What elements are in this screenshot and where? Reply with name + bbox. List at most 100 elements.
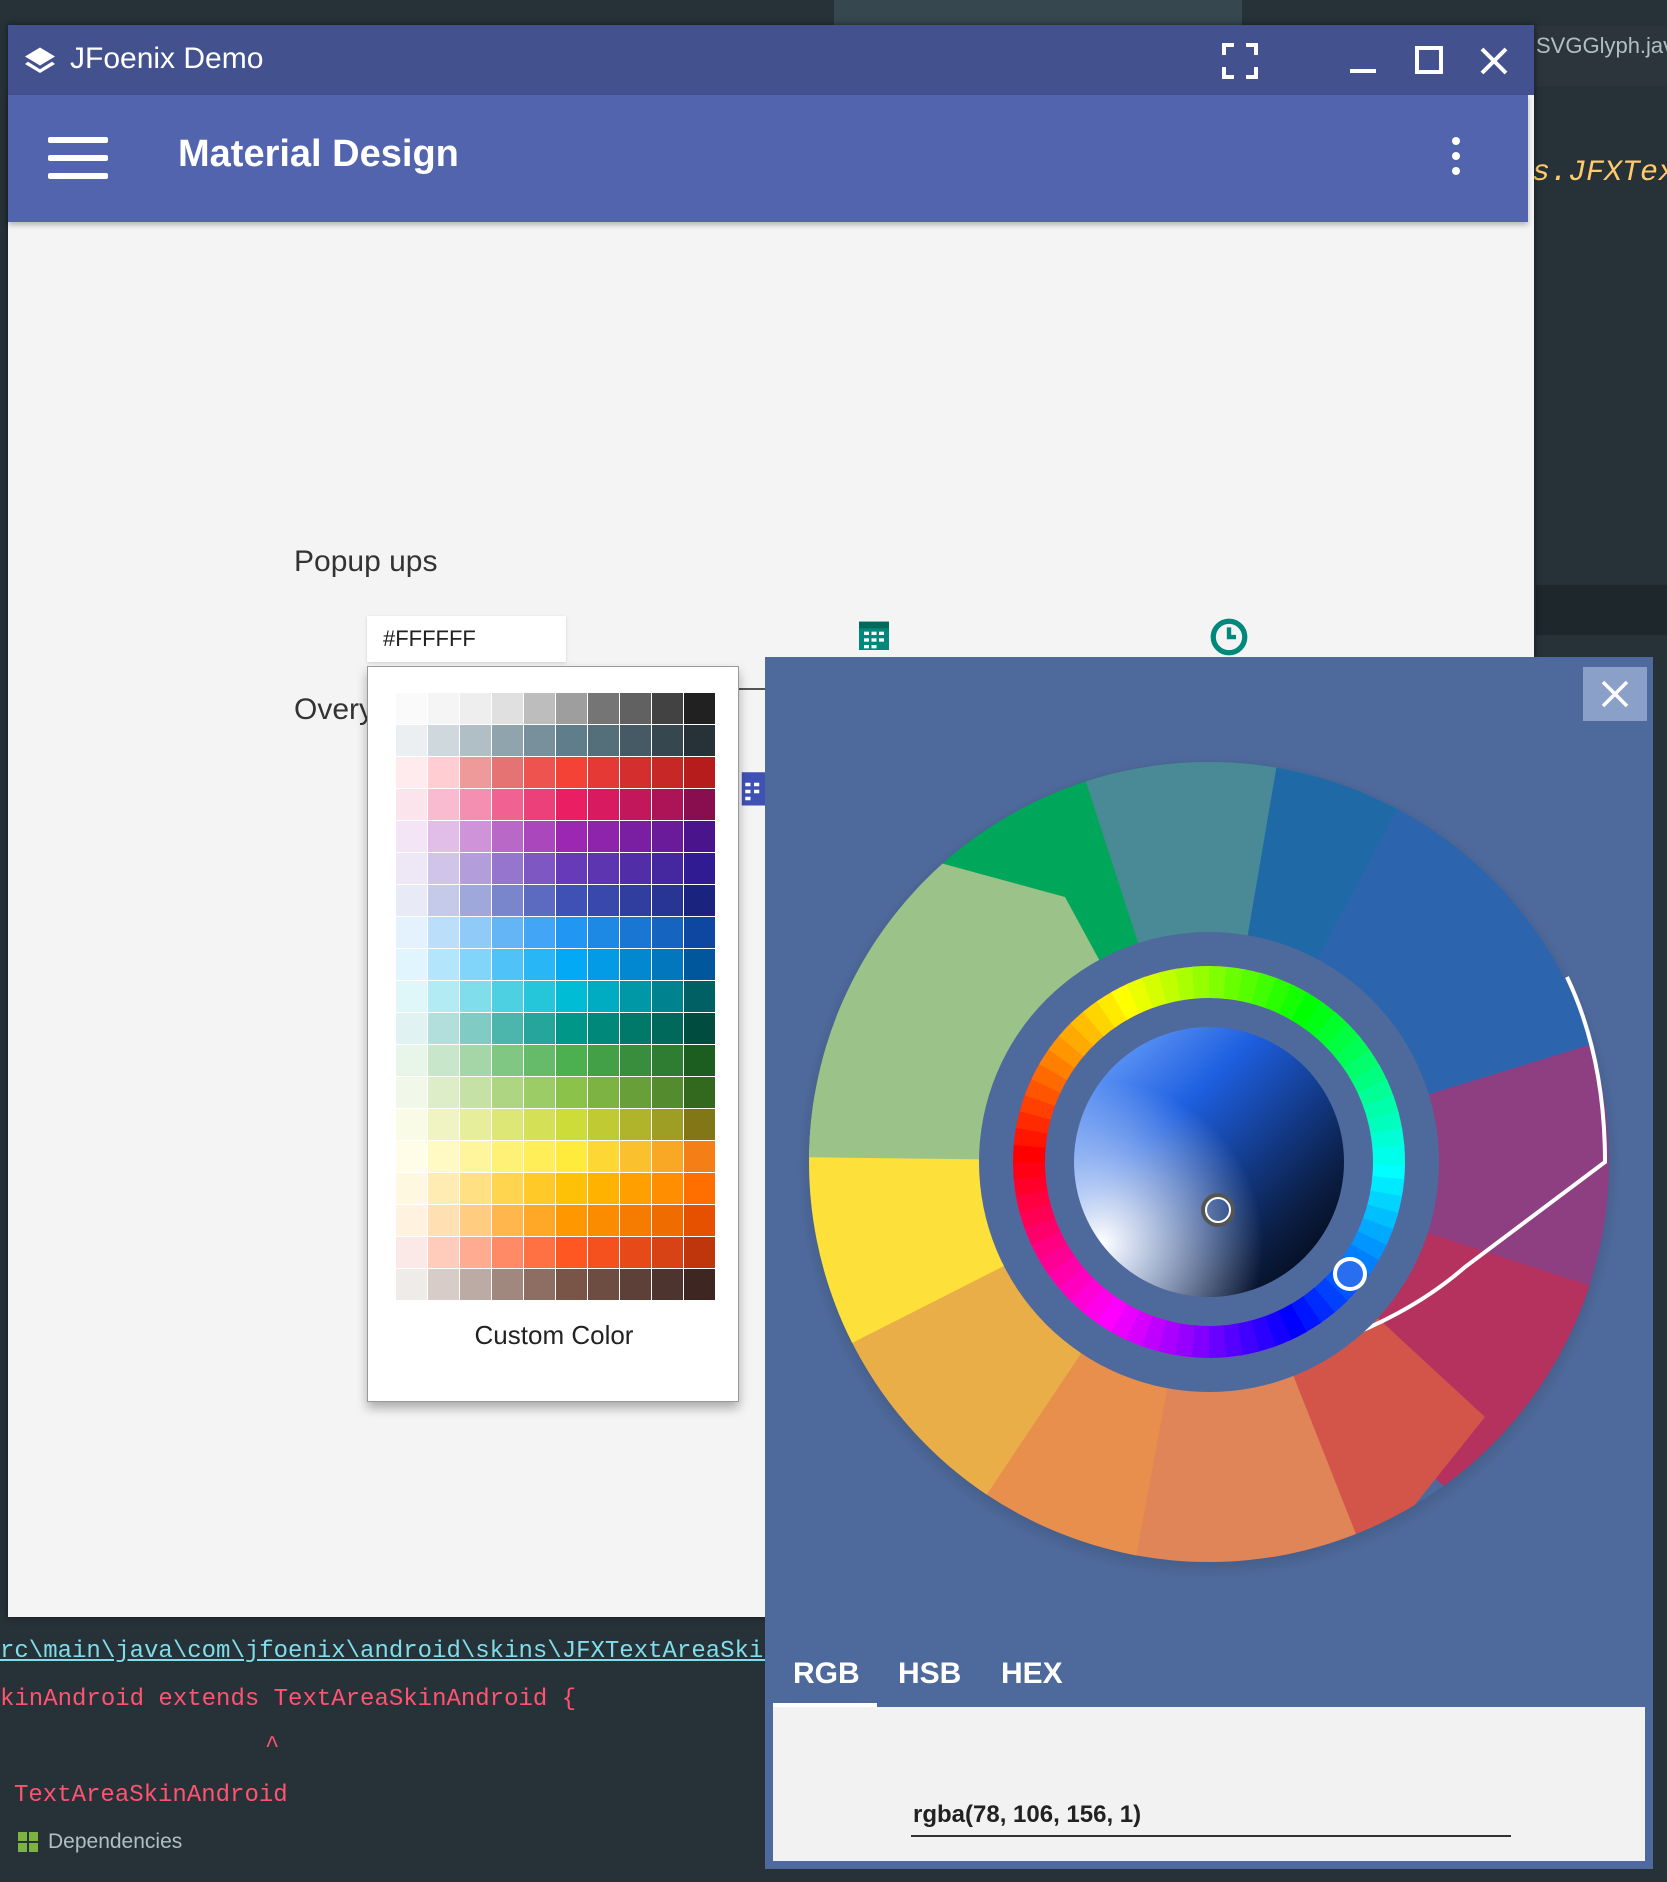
- color-swatch[interactable]: [396, 1205, 428, 1237]
- color-swatch[interactable]: [428, 853, 460, 885]
- color-swatch[interactable]: [396, 1269, 428, 1301]
- color-swatch[interactable]: [460, 1077, 492, 1109]
- color-swatch[interactable]: [492, 757, 524, 789]
- tab-rgb[interactable]: RGB: [793, 1657, 860, 1691]
- color-swatch[interactable]: [492, 1205, 524, 1237]
- window-titlebar[interactable]: JFoenix Demo: [8, 25, 1534, 95]
- calendar-icon[interactable]: [740, 767, 768, 809]
- color-swatch[interactable]: [428, 1045, 460, 1077]
- color-swatch[interactable]: [684, 1205, 716, 1237]
- color-swatch[interactable]: [428, 1205, 460, 1237]
- ide-editor-tab[interactable]: SVGGlyph.jav: [1532, 26, 1667, 86]
- color-swatch[interactable]: [684, 917, 716, 949]
- color-swatch[interactable]: [556, 1269, 588, 1301]
- color-swatch[interactable]: [588, 1173, 620, 1205]
- color-swatch[interactable]: [396, 757, 428, 789]
- color-swatch[interactable]: [428, 1173, 460, 1205]
- color-swatch[interactable]: [556, 853, 588, 885]
- hue-selector-handle[interactable]: [1333, 1257, 1367, 1291]
- color-swatch[interactable]: [620, 917, 652, 949]
- color-swatch[interactable]: [556, 725, 588, 757]
- color-swatch[interactable]: [620, 1109, 652, 1141]
- color-swatch[interactable]: [620, 853, 652, 885]
- color-swatch[interactable]: [556, 693, 588, 725]
- color-swatch[interactable]: [556, 1141, 588, 1173]
- color-swatch[interactable]: [524, 1237, 556, 1269]
- color-swatch[interactable]: [524, 949, 556, 981]
- color-swatch[interactable]: [652, 1205, 684, 1237]
- tab-hex[interactable]: HEX: [1001, 1657, 1063, 1691]
- color-swatch[interactable]: [684, 821, 716, 853]
- color-swatch[interactable]: [396, 1173, 428, 1205]
- color-swatch[interactable]: [620, 789, 652, 821]
- color-swatch[interactable]: [684, 853, 716, 885]
- color-swatch[interactable]: [652, 725, 684, 757]
- color-swatch[interactable]: [428, 725, 460, 757]
- color-swatch[interactable]: [588, 693, 620, 725]
- color-swatch[interactable]: [556, 1109, 588, 1141]
- color-swatch[interactable]: [620, 1077, 652, 1109]
- color-swatch[interactable]: [396, 725, 428, 757]
- color-swatch[interactable]: [588, 725, 620, 757]
- color-swatch[interactable]: [396, 1109, 428, 1141]
- color-swatch[interactable]: [652, 1077, 684, 1109]
- color-swatch[interactable]: [556, 917, 588, 949]
- color-swatch[interactable]: [588, 1013, 620, 1045]
- color-swatch[interactable]: [428, 917, 460, 949]
- color-swatch[interactable]: [428, 1141, 460, 1173]
- color-swatch[interactable]: [428, 1269, 460, 1301]
- color-swatch[interactable]: [524, 1141, 556, 1173]
- color-swatch[interactable]: [588, 917, 620, 949]
- color-swatch[interactable]: [460, 853, 492, 885]
- color-swatch[interactable]: [396, 821, 428, 853]
- color-swatch[interactable]: [652, 1045, 684, 1077]
- color-swatch[interactable]: [588, 821, 620, 853]
- color-swatch[interactable]: [396, 1237, 428, 1269]
- color-swatch[interactable]: [556, 821, 588, 853]
- tab-hsb[interactable]: HSB: [898, 1657, 961, 1691]
- color-swatch[interactable]: [556, 1045, 588, 1077]
- color-swatch[interactable]: [524, 1013, 556, 1045]
- color-swatch[interactable]: [556, 789, 588, 821]
- color-swatch[interactable]: [684, 693, 716, 725]
- color-swatch[interactable]: [428, 693, 460, 725]
- color-swatch[interactable]: [460, 821, 492, 853]
- color-swatch[interactable]: [556, 1013, 588, 1045]
- color-swatch[interactable]: [396, 981, 428, 1013]
- color-swatch[interactable]: [460, 949, 492, 981]
- color-swatch[interactable]: [428, 981, 460, 1013]
- color-swatch[interactable]: [396, 917, 428, 949]
- color-swatch[interactable]: [492, 1077, 524, 1109]
- color-swatch[interactable]: [684, 1077, 716, 1109]
- color-swatch[interactable]: [620, 1013, 652, 1045]
- color-swatch[interactable]: [684, 757, 716, 789]
- color-swatch[interactable]: [684, 789, 716, 821]
- color-swatch[interactable]: [428, 821, 460, 853]
- color-swatch[interactable]: [524, 725, 556, 757]
- hamburger-icon[interactable]: [48, 137, 108, 181]
- color-swatch[interactable]: [652, 693, 684, 725]
- color-swatch[interactable]: [460, 981, 492, 1013]
- color-swatch[interactable]: [396, 1045, 428, 1077]
- color-swatch[interactable]: [460, 1045, 492, 1077]
- color-swatch[interactable]: [428, 1237, 460, 1269]
- color-swatch[interactable]: [652, 1109, 684, 1141]
- color-swatch[interactable]: [524, 981, 556, 1013]
- calendar-icon[interactable]: [854, 615, 894, 655]
- color-swatch[interactable]: [524, 821, 556, 853]
- color-swatch[interactable]: [556, 1205, 588, 1237]
- color-swatch[interactable]: [460, 757, 492, 789]
- color-swatch[interactable]: [556, 1077, 588, 1109]
- color-swatch[interactable]: [620, 725, 652, 757]
- color-swatch[interactable]: [588, 1045, 620, 1077]
- color-swatch[interactable]: [588, 1109, 620, 1141]
- color-swatch[interactable]: [684, 1045, 716, 1077]
- color-value-field[interactable]: rgba(78, 106, 156, 1): [913, 1801, 1141, 1829]
- color-swatch[interactable]: [396, 949, 428, 981]
- color-swatch[interactable]: [460, 1013, 492, 1045]
- minimize-icon[interactable]: [1344, 41, 1384, 81]
- color-swatch[interactable]: [652, 917, 684, 949]
- color-swatch[interactable]: [460, 1173, 492, 1205]
- color-swatch[interactable]: [556, 885, 588, 917]
- color-swatch[interactable]: [396, 853, 428, 885]
